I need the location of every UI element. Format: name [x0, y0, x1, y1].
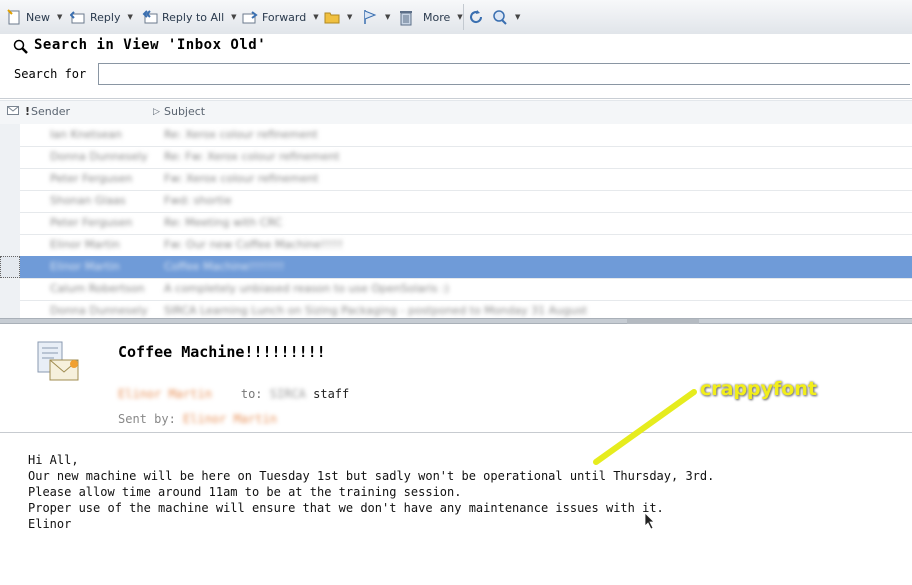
from-sender[interactable]: Elinor Martin — [118, 387, 212, 401]
row-subject: A completely unbiased reason to use Open… — [164, 282, 450, 295]
list-item-selected[interactable]: Elinor Martin Coffee Machine!!!!!!!! — [0, 256, 912, 279]
reply-label: Reply — [90, 10, 121, 24]
list-item[interactable]: Donna Dunnesely Re: Fw: Xerox colour ref… — [0, 146, 912, 169]
chevron-down-icon[interactable]: ▼ — [231, 13, 236, 21]
new-button[interactable]: New ▼ — [6, 6, 62, 28]
row-sender: Elinor Martin — [50, 238, 120, 251]
folder-icon — [324, 9, 340, 25]
subject-column-header[interactable]: Subject — [164, 105, 205, 118]
row-sender: Ian Knetsean — [50, 128, 122, 141]
list-item[interactable]: Calum Robertson A completely unbiased re… — [0, 278, 912, 301]
row-subject: Re: Fw: Xerox colour refinement — [164, 150, 340, 163]
search-button[interactable]: ▼ — [492, 6, 520, 28]
list-item[interactable]: Peter Fergusen Re: Meeting with CRC — [0, 212, 912, 235]
message-preview: Coffee Machine!!!!!!!!! Elinor Martin to… — [0, 324, 912, 585]
trash-icon — [398, 9, 414, 26]
to-group[interactable]: staff — [313, 387, 349, 401]
row-gutter — [0, 124, 20, 146]
search-title: Search in View 'Inbox Old' — [34, 37, 267, 53]
sender-column-header[interactable]: Sender — [31, 105, 70, 118]
chevron-down-icon[interactable]: ▼ — [457, 13, 462, 21]
more-button[interactable]: More ▼ — [423, 6, 463, 28]
forward-label: Forward — [262, 10, 307, 24]
row-subject: Fw: Our new Coffee Machine!!!!! — [164, 238, 343, 251]
flag-icon — [362, 9, 378, 25]
chevron-down-icon[interactable]: ▼ — [385, 13, 390, 21]
row-subject: Fwd: shortie — [164, 194, 232, 207]
row-sender: Peter Fergusen — [50, 172, 133, 185]
sent-by-label: Sent by: — [118, 412, 176, 426]
row-gutter — [0, 190, 20, 212]
list-item[interactable]: Peter Fergusen Fw: Xerox colour refineme… — [0, 168, 912, 191]
chevron-down-icon[interactable]: ▼ — [313, 13, 318, 21]
message-envelope-icon — [36, 340, 82, 384]
refresh-icon — [468, 9, 484, 25]
search-for-label: Search for — [14, 67, 87, 81]
list-item[interactable]: Ian Knetsean Re: Xerox colour refinement — [0, 124, 912, 147]
search-input[interactable] — [98, 63, 910, 85]
annotation-line — [593, 389, 697, 465]
message-from-line: Elinor Martin to: SIRCA staff — [118, 387, 349, 401]
row-gutter — [0, 212, 20, 234]
search-icon — [12, 38, 30, 59]
row-gutter — [0, 168, 20, 190]
follow-up-button[interactable]: ▼ — [362, 6, 390, 28]
importance-column-icon[interactable]: ! — [25, 105, 30, 118]
sort-arrow-icon[interactable]: ▷ — [153, 107, 160, 117]
list-item[interactable]: Elinor Martin Fw: Our new Coffee Machine… — [0, 234, 912, 257]
annotation-text: crappyfont — [700, 378, 817, 400]
row-subject: Fw: Xerox colour refinement — [164, 172, 319, 185]
reply-all-label: Reply to All — [162, 10, 225, 24]
row-sender: Shonan Glaas — [50, 194, 126, 207]
refresh-button[interactable] — [468, 6, 484, 28]
row-sender: Donna Dunnesely — [50, 304, 148, 317]
toolbar-divider — [463, 4, 464, 30]
row-subject: Coffee Machine!!!!!!!! — [164, 260, 285, 273]
row-sender: Peter Fergusen — [50, 216, 133, 229]
row-sender: Donna Dunnesely — [50, 150, 148, 163]
row-gutter — [0, 256, 20, 278]
row-sender: Calum Robertson — [50, 282, 145, 295]
chevron-down-icon[interactable]: ▼ — [347, 13, 352, 21]
forward-icon — [242, 9, 258, 25]
sent-by-name[interactable]: Elinor Martin — [183, 412, 277, 426]
toolbar: New ▼ Reply ▼ Reply to All ▼ Forward ▼ ▼… — [0, 0, 912, 35]
row-subject: SIRCA Learning Lunch on Sizing Packaging… — [164, 304, 588, 317]
delete-button[interactable] — [398, 6, 414, 28]
magnifier-icon — [492, 9, 508, 25]
reply-all-button[interactable]: Reply to All ▼ — [142, 6, 237, 28]
folder-button[interactable]: ▼ — [324, 6, 352, 28]
row-gutter — [0, 278, 20, 300]
forward-button[interactable]: Forward ▼ — [242, 6, 319, 28]
row-subject: Re: Xerox colour refinement — [164, 128, 318, 141]
list-item[interactable]: Shonan Glaas Fwd: shortie — [0, 190, 912, 213]
header-divider — [0, 432, 912, 433]
chevron-down-icon[interactable]: ▼ — [515, 13, 520, 21]
reply-button[interactable]: Reply ▼ — [69, 6, 133, 28]
chevron-down-icon[interactable]: ▼ — [57, 13, 62, 21]
row-subject: Re: Meeting with CRC — [164, 216, 283, 229]
to-dept[interactable]: SIRCA — [270, 387, 306, 401]
message-sent-by-line: Sent by: Elinor Martin — [118, 412, 277, 426]
new-label: New — [26, 10, 50, 24]
list-header: ! Sender ▷ Subject — [0, 100, 912, 125]
new-document-icon — [6, 9, 22, 25]
message-subject: Coffee Machine!!!!!!!!! — [118, 343, 326, 361]
reply-all-icon — [142, 9, 158, 25]
more-label: More — [423, 10, 451, 24]
message-list: Ian Knetsean Re: Xerox colour refinement… — [0, 124, 912, 323]
to-label: to: — [240, 387, 263, 401]
row-gutter — [0, 234, 20, 256]
chevron-down-icon[interactable]: ▼ — [127, 13, 132, 21]
search-panel: Search in View 'Inbox Old' Search for — [0, 34, 912, 99]
envelope-column-icon[interactable] — [7, 106, 19, 119]
row-sender: Elinor Martin — [50, 260, 120, 273]
row-gutter — [0, 146, 20, 168]
reply-icon — [69, 9, 86, 25]
mouse-cursor-icon — [644, 512, 656, 533]
